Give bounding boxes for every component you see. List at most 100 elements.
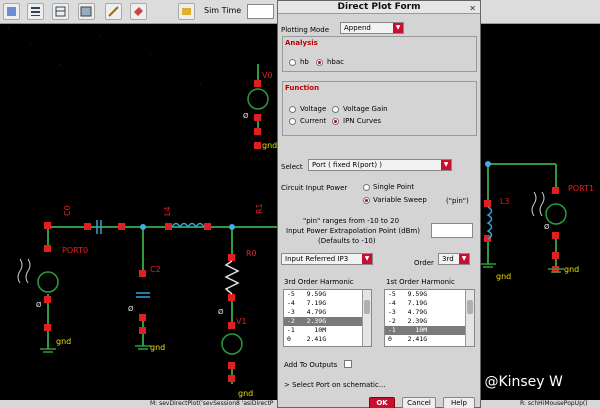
first-order-title: 1st Order Harmonic <box>386 278 455 286</box>
list-item-selected[interactable]: -1 10M <box>385 326 474 335</box>
label-l3: L3 <box>500 197 510 206</box>
list-item[interactable]: -4 7.19G <box>385 299 474 308</box>
plotting-mode-label: Plotting Mode <box>281 26 330 34</box>
order-select[interactable]: 3rd ▼ <box>438 253 470 265</box>
label-gnd-c: gnd <box>238 389 253 398</box>
radio-variable-sweep-label: Variable Sweep <box>373 196 427 204</box>
sim-icon[interactable] <box>178 3 195 20</box>
label-gnd-d: gnd <box>262 141 277 150</box>
radio-variable-sweep[interactable] <box>363 197 370 204</box>
select-icon[interactable] <box>3 3 20 20</box>
sim-time-label: Sim Time <box>204 6 242 15</box>
chevron-down-icon: ▼ <box>393 23 403 33</box>
radio-single-point[interactable] <box>363 184 370 191</box>
label-v1: V1 <box>236 317 247 326</box>
list-item[interactable]: -5 9.59G <box>385 290 474 299</box>
add-to-outputs-checkbox[interactable] <box>344 360 352 368</box>
sim-time-input[interactable] <box>247 4 274 19</box>
first-order-list[interactable]: -5 9.59G -4 7.19G -3 4.79G -2 2.39G -1 1… <box>384 289 475 347</box>
list-item[interactable]: -2 2.39G <box>385 317 474 326</box>
label-c0: C0 <box>63 205 72 216</box>
range-text: "pin" ranges from -10 to 20 <box>303 217 400 225</box>
list-icon[interactable] <box>27 3 44 20</box>
label-zero-a: Ø <box>36 301 42 309</box>
label-zero-b: Ø <box>128 305 134 313</box>
select-value: Port ( fixed R(port) ) <box>312 161 382 169</box>
label-zero-f: Ø <box>544 223 550 231</box>
table-icon[interactable] <box>52 3 69 20</box>
direct-plot-dialog: Direct Plot Form ✕ Plotting Mode Append … <box>277 0 481 408</box>
status-left: M: sevDirectPlot('sevSession8 'asiDirect… <box>150 400 274 407</box>
third-order-list[interactable]: -5 9.59G -4 7.19G -3 4.79G -2 2.39G -1 1… <box>283 289 372 347</box>
cancel-button[interactable]: Cancel <box>402 397 436 408</box>
third-order-title: 3rd Order Harmonic <box>284 278 354 286</box>
radio-voltage-gain-label: Voltage Gain <box>343 105 388 113</box>
analysis-section: Analysis hb hbac <box>282 36 477 72</box>
radio-hb-label: hb <box>300 58 309 66</box>
extrap-input[interactable] <box>431 223 473 238</box>
list-item[interactable]: -3 4.79G <box>284 308 371 317</box>
radio-ipn-curves-label: IPN Curves <box>343 117 382 125</box>
radio-voltage-label: Voltage <box>300 105 327 113</box>
label-c2: C2 <box>150 265 161 274</box>
extrap-default: (Defaults to -10) <box>318 237 376 245</box>
ip3-select-value: Input Referred IP3 <box>285 255 349 263</box>
label-r1: R1 <box>255 203 264 214</box>
label-zero-d: Ø <box>243 112 249 120</box>
function-section: Function Voltage Voltage Gain Current IP… <box>282 81 477 136</box>
label-port0: PORT0 <box>62 246 88 255</box>
help-button[interactable]: Help <box>443 397 475 408</box>
chevron-down-icon: ▼ <box>362 254 372 264</box>
radio-voltage[interactable] <box>289 106 296 113</box>
radio-hbac[interactable] <box>316 59 323 66</box>
radio-current-label: Current <box>300 117 327 125</box>
radio-ipn-curves[interactable] <box>332 118 339 125</box>
circuit-input-power-label: Circuit Input Power <box>281 184 348 192</box>
plotting-mode-select[interactable]: Append ▼ <box>340 22 404 34</box>
list-item[interactable]: -1 10M <box>284 326 371 335</box>
first-order-scrollbar[interactable] <box>465 290 474 346</box>
radio-voltage-gain[interactable] <box>332 106 339 113</box>
radio-current[interactable] <box>289 118 296 125</box>
label-r0: R0 <box>246 249 257 258</box>
select-dropdown[interactable]: Port ( fixed R(port) ) ▼ <box>308 159 452 171</box>
list-item[interactable]: 0 2.41G <box>284 335 371 344</box>
status-right: R: schHiMousePopUp() <box>520 400 588 407</box>
label-v0: V0 <box>262 71 273 80</box>
label-gnd-a: gnd <box>56 337 71 346</box>
list-item[interactable]: -4 7.19G <box>284 299 371 308</box>
pencil-icon[interactable] <box>105 3 122 20</box>
order-value: 3rd <box>442 255 454 263</box>
list-item[interactable]: -5 9.59G <box>284 290 371 299</box>
radio-hbac-label: hbac <box>327 58 345 66</box>
label-gnd-b: gnd <box>150 343 165 352</box>
radio-hb[interactable] <box>289 59 296 66</box>
pin-note: ("pin") <box>446 197 469 205</box>
add-to-outputs-label: Add To Outputs <box>284 361 338 369</box>
ip3-select[interactable]: Input Referred IP3 ▼ <box>281 253 373 265</box>
label-zero-c: Ø <box>218 308 224 316</box>
chevron-down-icon: ▼ <box>441 160 451 170</box>
close-icon[interactable]: ✕ <box>469 2 476 15</box>
dialog-title-bar[interactable]: Direct Plot Form ✕ <box>278 1 480 14</box>
chevron-down-icon: ▼ <box>459 254 469 264</box>
extrap-label: Input Power Extrapolation Point (dBm) <box>286 227 420 235</box>
radio-single-point-label: Single Point <box>373 183 415 191</box>
analysis-title: Analysis <box>285 39 318 47</box>
list-item[interactable]: 0 2.41G <box>385 335 474 344</box>
label-gnd-f: gnd <box>564 265 579 274</box>
list-item[interactable]: -3 4.79G <box>385 308 474 317</box>
select-label: Select <box>281 163 303 171</box>
label-gnd-e: gnd <box>496 272 511 281</box>
ok-button[interactable]: OK <box>369 397 395 408</box>
label-port1: PORT1 <box>568 184 594 193</box>
hint-text: > Select Port on schematic... <box>284 381 386 389</box>
function-title: Function <box>285 84 320 92</box>
dialog-title: Direct Plot Form <box>337 2 421 12</box>
window-icon[interactable] <box>78 3 95 20</box>
plotting-mode-value: Append <box>344 24 371 32</box>
third-order-scrollbar[interactable] <box>362 290 371 346</box>
probe-icon[interactable] <box>130 3 147 20</box>
order-label: Order <box>414 259 434 267</box>
list-item-selected[interactable]: -2 2.39G <box>284 317 371 326</box>
